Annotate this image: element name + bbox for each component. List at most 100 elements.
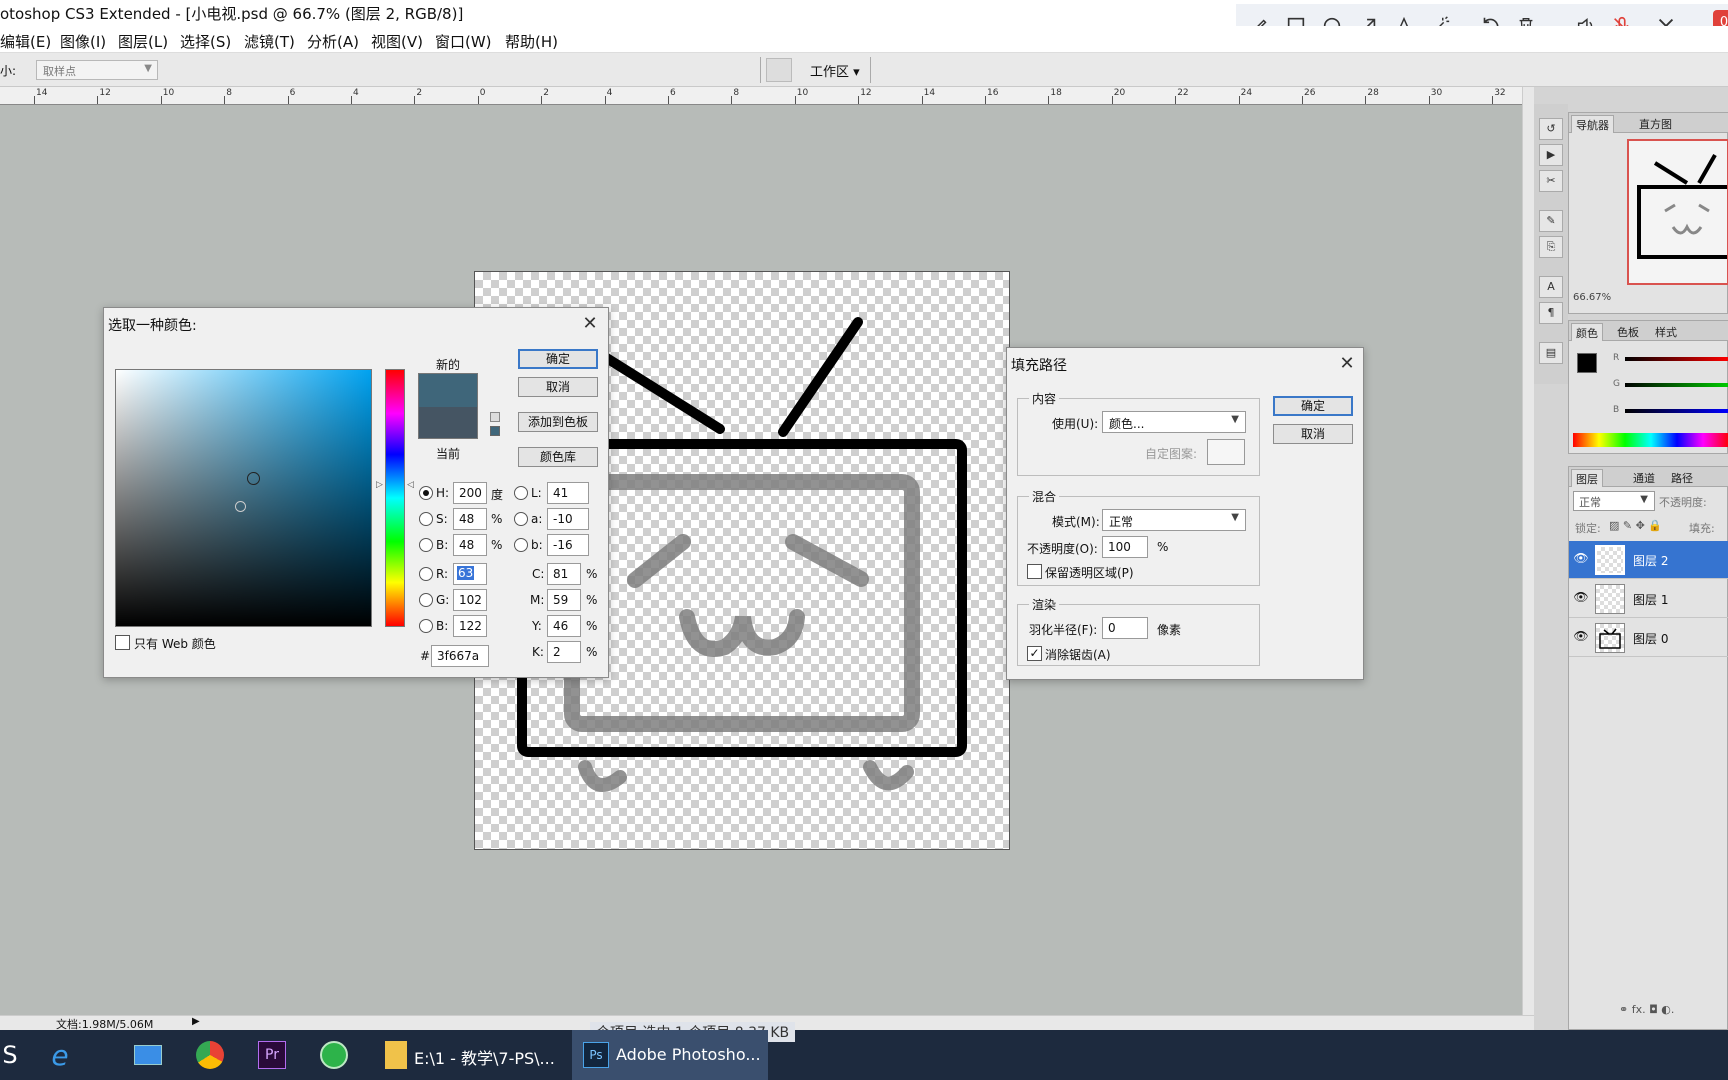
radio-lab-b[interactable] bbox=[514, 538, 528, 552]
menu-layer[interactable]: 图层(L) bbox=[118, 31, 168, 52]
cancel-button[interactable]: 取消 bbox=[1273, 424, 1353, 444]
h-field[interactable]: 200 bbox=[453, 482, 487, 504]
feather-field[interactable]: 0 bbox=[1102, 617, 1148, 639]
ok-button[interactable]: 确定 bbox=[518, 349, 598, 369]
add-to-swatches-button[interactable]: 添加到色板 bbox=[518, 412, 598, 432]
photoshop-task[interactable]: Adobe Photosho... bbox=[616, 1045, 761, 1064]
eye-icon[interactable]: 👁 bbox=[1573, 629, 1589, 645]
r-field[interactable]: 63 bbox=[453, 563, 487, 585]
lab-b-field[interactable]: -16 bbox=[547, 534, 589, 556]
use-dropdown[interactable]: 颜色... ▼ bbox=[1102, 411, 1246, 433]
tab-styles[interactable]: 样式 bbox=[1651, 323, 1681, 341]
y-field[interactable]: 46 bbox=[547, 615, 581, 637]
close-icon[interactable]: ✕ bbox=[1335, 352, 1359, 376]
explorer-task[interactable]: E:\1 - 教学\7-PS\... bbox=[414, 1045, 555, 1069]
premiere-icon[interactable]: Pr bbox=[252, 1037, 292, 1073]
tab-navigator[interactable]: 导航器 bbox=[1571, 115, 1614, 133]
clone-source-icon[interactable]: ⎘ bbox=[1539, 236, 1563, 258]
vertical-scrollbar[interactable] bbox=[1522, 87, 1534, 1015]
antialias-checkbox[interactable]: ✓ bbox=[1027, 646, 1042, 661]
close-icon[interactable]: ✕ bbox=[578, 312, 602, 336]
hue-slider[interactable] bbox=[385, 369, 405, 627]
preserve-transparency-checkbox[interactable] bbox=[1027, 564, 1042, 579]
g-field[interactable]: 102 bbox=[453, 589, 487, 611]
layer-row[interactable]: 👁 图层 0 bbox=[1569, 619, 1728, 657]
saturation-value-field[interactable] bbox=[115, 369, 372, 627]
layer-row[interactable]: 👁 图层 1 bbox=[1569, 580, 1728, 618]
ie-icon[interactable]: e bbox=[40, 1037, 80, 1073]
gamut-warning-icon[interactable] bbox=[490, 412, 500, 422]
menu-view[interactable]: 视图(V) bbox=[371, 31, 423, 52]
actions-icon[interactable]: ▶ bbox=[1539, 144, 1563, 166]
hue-slider-left-arrow[interactable]: ▷ bbox=[376, 480, 383, 490]
photoshop-icon[interactable]: Ps bbox=[576, 1037, 616, 1073]
web-only-checkbox[interactable] bbox=[115, 635, 130, 650]
layer-footer-icons[interactable]: ⚭ fx. ◘ ◐. bbox=[1619, 1003, 1674, 1016]
sample-size-select[interactable]: 取样点 ▼ bbox=[36, 60, 158, 80]
mode-dropdown[interactable]: 正常 ▼ bbox=[1102, 509, 1246, 531]
folder-icon[interactable] bbox=[376, 1037, 416, 1073]
start-icon[interactable]: S bbox=[0, 1037, 30, 1073]
c-field[interactable]: 81 bbox=[547, 563, 581, 585]
eye-icon[interactable]: 👁 bbox=[1573, 551, 1589, 567]
radio-blue[interactable] bbox=[419, 619, 433, 633]
lock-icons[interactable]: ▨ ✎ ✥ 🔒 bbox=[1609, 519, 1662, 532]
tab-histogram[interactable]: 直方图 bbox=[1635, 115, 1676, 133]
workspace-icon[interactable] bbox=[766, 58, 792, 82]
workspace-menu[interactable]: 工作区 ▾ bbox=[810, 61, 860, 80]
s-field[interactable]: 48 bbox=[453, 508, 487, 530]
eye-icon[interactable]: 👁 bbox=[1573, 590, 1589, 606]
cancel-button[interactable]: 取消 bbox=[518, 377, 598, 397]
opacity-field[interactable]: 100 bbox=[1102, 536, 1148, 558]
menu-help[interactable]: 帮助(H) bbox=[505, 31, 558, 52]
radio-b[interactable] bbox=[419, 538, 433, 552]
hex-field[interactable]: 3f667a bbox=[431, 645, 489, 667]
tab-paths[interactable]: 路径 bbox=[1667, 469, 1697, 487]
radio-s[interactable] bbox=[419, 512, 433, 526]
b-slider[interactable] bbox=[1625, 409, 1728, 413]
navigator-zoom[interactable]: 66.67% bbox=[1573, 292, 1611, 303]
navigator-thumbnail[interactable] bbox=[1627, 139, 1728, 285]
chrome-icon[interactable] bbox=[190, 1037, 230, 1073]
layer-row[interactable]: 👁 图层 2 bbox=[1569, 541, 1728, 579]
desktop-icon[interactable] bbox=[128, 1037, 168, 1073]
brightness-field[interactable]: 48 bbox=[453, 534, 487, 556]
l-field[interactable]: 41 bbox=[547, 482, 589, 504]
layer-comps-icon[interactable]: ▤ bbox=[1539, 342, 1563, 364]
tab-swatches[interactable]: 色板 bbox=[1613, 323, 1643, 341]
browser-icon[interactable] bbox=[314, 1037, 354, 1073]
menu-edit[interactable]: 编辑(E) bbox=[0, 31, 51, 52]
g-slider[interactable] bbox=[1625, 383, 1728, 387]
brushes-icon[interactable]: ✎ bbox=[1539, 210, 1563, 232]
menu-select[interactable]: 选择(S) bbox=[180, 31, 231, 52]
radio-l[interactable] bbox=[514, 486, 528, 500]
history-icon[interactable]: ↺ bbox=[1539, 118, 1563, 140]
radio-r[interactable] bbox=[419, 567, 433, 581]
tab-layers[interactable]: 图层 bbox=[1571, 469, 1603, 487]
menu-window[interactable]: 窗口(W) bbox=[435, 31, 492, 52]
character-icon[interactable]: A bbox=[1539, 276, 1563, 298]
color-cursor[interactable] bbox=[247, 472, 260, 485]
a-field[interactable]: -10 bbox=[547, 508, 589, 530]
status-arrow-icon[interactable]: ▶ bbox=[192, 1016, 200, 1027]
custom-pattern-picker[interactable] bbox=[1207, 439, 1245, 465]
radio-a[interactable] bbox=[514, 512, 528, 526]
m-field[interactable]: 59 bbox=[547, 589, 581, 611]
web-safe-swatch-icon[interactable] bbox=[490, 426, 500, 436]
blend-mode-dropdown[interactable]: 正常 ▼ bbox=[1573, 491, 1655, 511]
color-libraries-button[interactable]: 颜色库 bbox=[518, 447, 598, 467]
tools-icon[interactable]: ✂ bbox=[1539, 170, 1563, 192]
current-color-swatch[interactable] bbox=[418, 407, 478, 439]
ok-button[interactable]: 确定 bbox=[1273, 396, 1353, 416]
blue-field[interactable]: 122 bbox=[453, 615, 487, 637]
menu-filter[interactable]: 滤镜(T) bbox=[244, 31, 295, 52]
r-slider[interactable] bbox=[1625, 357, 1728, 361]
menu-image[interactable]: 图像(I) bbox=[60, 31, 106, 52]
color-spectrum-ramp[interactable] bbox=[1573, 433, 1728, 447]
k-field[interactable]: 2 bbox=[547, 641, 581, 663]
hue-slider-right-arrow[interactable]: ◁ bbox=[407, 480, 414, 490]
tab-color[interactable]: 颜色 bbox=[1571, 323, 1603, 341]
radio-g[interactable] bbox=[419, 593, 433, 607]
menu-analysis[interactable]: 分析(A) bbox=[307, 31, 359, 52]
paragraph-icon[interactable]: ¶ bbox=[1539, 302, 1563, 324]
